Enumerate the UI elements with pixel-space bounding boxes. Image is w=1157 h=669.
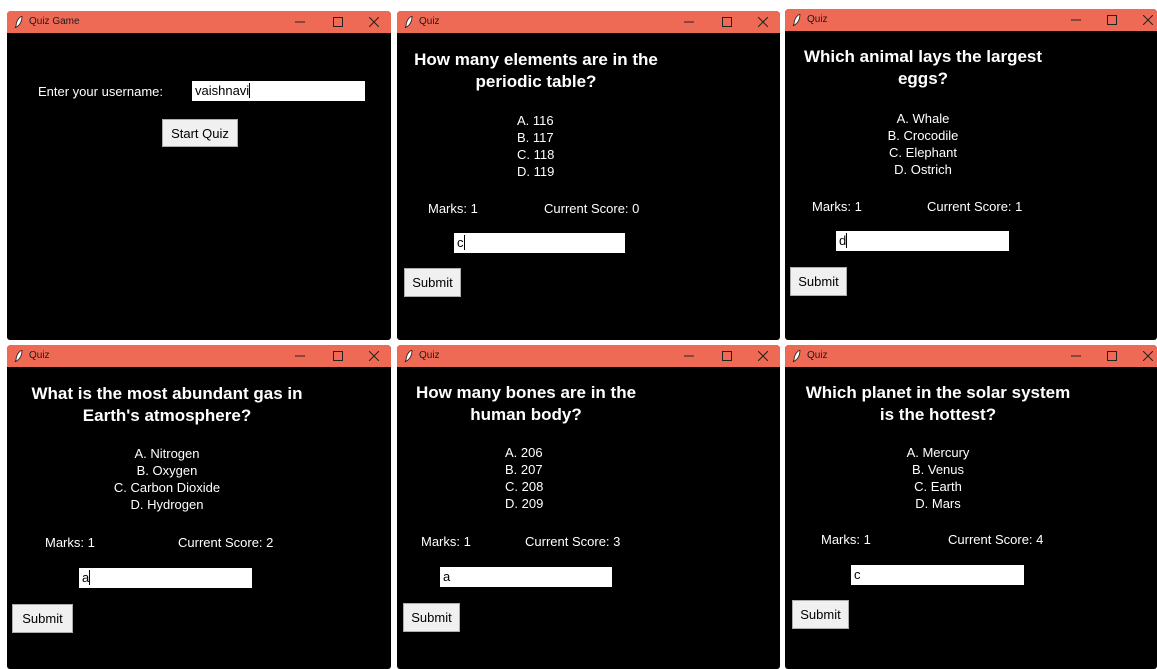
option-c: C. Earth (914, 479, 962, 494)
title-bar[interactable]: Quiz (7, 345, 391, 367)
feather-icon (792, 350, 801, 362)
window-title: Quiz (807, 350, 828, 361)
maximize-icon[interactable] (321, 11, 355, 33)
answer-input[interactable]: a (440, 567, 612, 587)
options-list: A. 206 B. 207 C. 208 D. 209 (505, 444, 543, 512)
close-icon[interactable] (1131, 9, 1157, 31)
question-text: Which animal lays the largest eggs? (803, 47, 1043, 88)
option-a: A. 206 (505, 445, 543, 460)
title-bar[interactable]: Quiz (785, 9, 1157, 31)
close-icon[interactable] (746, 11, 780, 33)
option-b: B. Oxygen (136, 463, 198, 478)
option-c: C. Carbon Dioxide (113, 480, 221, 495)
feather-icon (14, 16, 23, 28)
text-caret (846, 233, 848, 248)
quiz-window-2: Quiz Which animal lays the largest eggs?… (785, 9, 1157, 340)
current-score-label: Current Score: 0 (544, 201, 640, 216)
title-bar[interactable]: Quiz Game (7, 11, 391, 33)
quiz-window-5: Quiz Which planet in the solar system is… (785, 345, 1157, 669)
marks-label: Marks: 1 (428, 201, 478, 216)
option-d: D. 119 (517, 164, 555, 179)
feather-icon (404, 350, 413, 362)
maximize-icon[interactable] (1095, 345, 1129, 367)
text-caret (89, 570, 91, 585)
option-d: D. Hydrogen (130, 497, 204, 512)
options-list: A. Whale B. Crocodile C. Elephant D. Ost… (838, 110, 1008, 178)
feather-icon (14, 350, 23, 362)
submit-button[interactable]: Submit (12, 604, 73, 633)
minimize-icon[interactable] (283, 11, 317, 33)
window-title: Quiz (419, 350, 440, 361)
option-d: D. Mars (915, 496, 961, 511)
quiz-window-1: Quiz How many elements are in the period… (397, 11, 780, 340)
question-text: What is the most abundant gas in Earth's… (31, 384, 303, 425)
option-b: B. Venus (911, 462, 965, 477)
window-title: Quiz (419, 16, 440, 27)
submit-button[interactable]: Submit (792, 600, 849, 629)
minimize-icon[interactable] (283, 345, 317, 367)
question-text: How many bones are in the human body? (415, 383, 637, 424)
title-bar[interactable]: Quiz (397, 345, 780, 367)
close-icon[interactable] (1131, 345, 1157, 367)
text-caret (463, 235, 465, 250)
minimize-icon[interactable] (672, 345, 706, 367)
username-input[interactable]: vaishnavi (192, 81, 365, 101)
question-text: How many elements are in the periodic ta… (414, 50, 658, 91)
window-title: Quiz (29, 350, 50, 361)
answer-input[interactable]: d (836, 231, 1009, 251)
submit-button[interactable]: Submit (404, 268, 461, 297)
option-a: A. Nitrogen (134, 446, 200, 461)
options-list: A. 116 B. 117 C. 118 D. 119 (517, 112, 554, 180)
current-score-label: Current Score: 1 (927, 199, 1023, 214)
quiz-window-3: Quiz What is the most abundant gas in Ea… (7, 345, 391, 669)
quiz-game-window: Quiz Game Enter your username: vaishnavi… (7, 11, 391, 340)
current-score-label: Current Score: 2 (178, 535, 274, 550)
maximize-icon[interactable] (710, 11, 744, 33)
start-quiz-button[interactable]: Start Quiz (162, 119, 238, 147)
option-d: D. 209 (505, 496, 544, 511)
username-label: Enter your username: (38, 84, 164, 99)
marks-label: Marks: 1 (812, 199, 862, 214)
submit-button[interactable]: Submit (790, 267, 847, 296)
current-score-label: Current Score: 3 (525, 534, 621, 549)
maximize-icon[interactable] (321, 345, 355, 367)
window-title: Quiz (807, 14, 828, 25)
title-bar[interactable]: Quiz (785, 345, 1157, 367)
close-icon[interactable] (746, 345, 780, 367)
options-list: A. Mercury B. Venus C. Earth D. Mars (858, 444, 1018, 512)
text-caret (249, 83, 251, 98)
option-b: B. 207 (505, 462, 543, 477)
maximize-icon[interactable] (1095, 9, 1129, 31)
option-c: C. 118 (517, 147, 555, 162)
option-b: B. Crocodile (887, 128, 959, 143)
options-list: A. Nitrogen B. Oxygen C. Carbon Dioxide … (67, 445, 267, 513)
marks-label: Marks: 1 (821, 532, 871, 547)
answer-input[interactable]: c (454, 233, 625, 253)
option-a: A. Mercury (906, 445, 970, 460)
option-b: B. 117 (517, 130, 554, 145)
feather-icon (404, 16, 413, 28)
submit-button[interactable]: Submit (403, 603, 460, 632)
option-c: C. 208 (505, 479, 544, 494)
option-a: A. 116 (517, 113, 554, 128)
current-score-label: Current Score: 4 (948, 532, 1044, 547)
title-bar[interactable]: Quiz (397, 11, 780, 33)
minimize-icon[interactable] (1059, 9, 1093, 31)
maximize-icon[interactable] (710, 345, 744, 367)
window-title: Quiz Game (29, 16, 80, 27)
minimize-icon[interactable] (672, 11, 706, 33)
marks-label: Marks: 1 (45, 535, 95, 550)
close-icon[interactable] (357, 345, 391, 367)
minimize-icon[interactable] (1059, 345, 1093, 367)
marks-label: Marks: 1 (421, 534, 471, 549)
answer-input[interactable]: c (851, 565, 1024, 585)
option-d: D. Ostrich (894, 162, 952, 177)
option-a: A. Whale (896, 111, 950, 126)
close-icon[interactable] (357, 11, 391, 33)
answer-input[interactable]: a (79, 568, 252, 588)
option-c: C. Elephant (889, 145, 957, 160)
feather-icon (792, 14, 801, 26)
question-text: Which planet in the solar system is the … (805, 383, 1071, 424)
quiz-window-4: Quiz How many bones are in the human bod… (397, 345, 780, 669)
